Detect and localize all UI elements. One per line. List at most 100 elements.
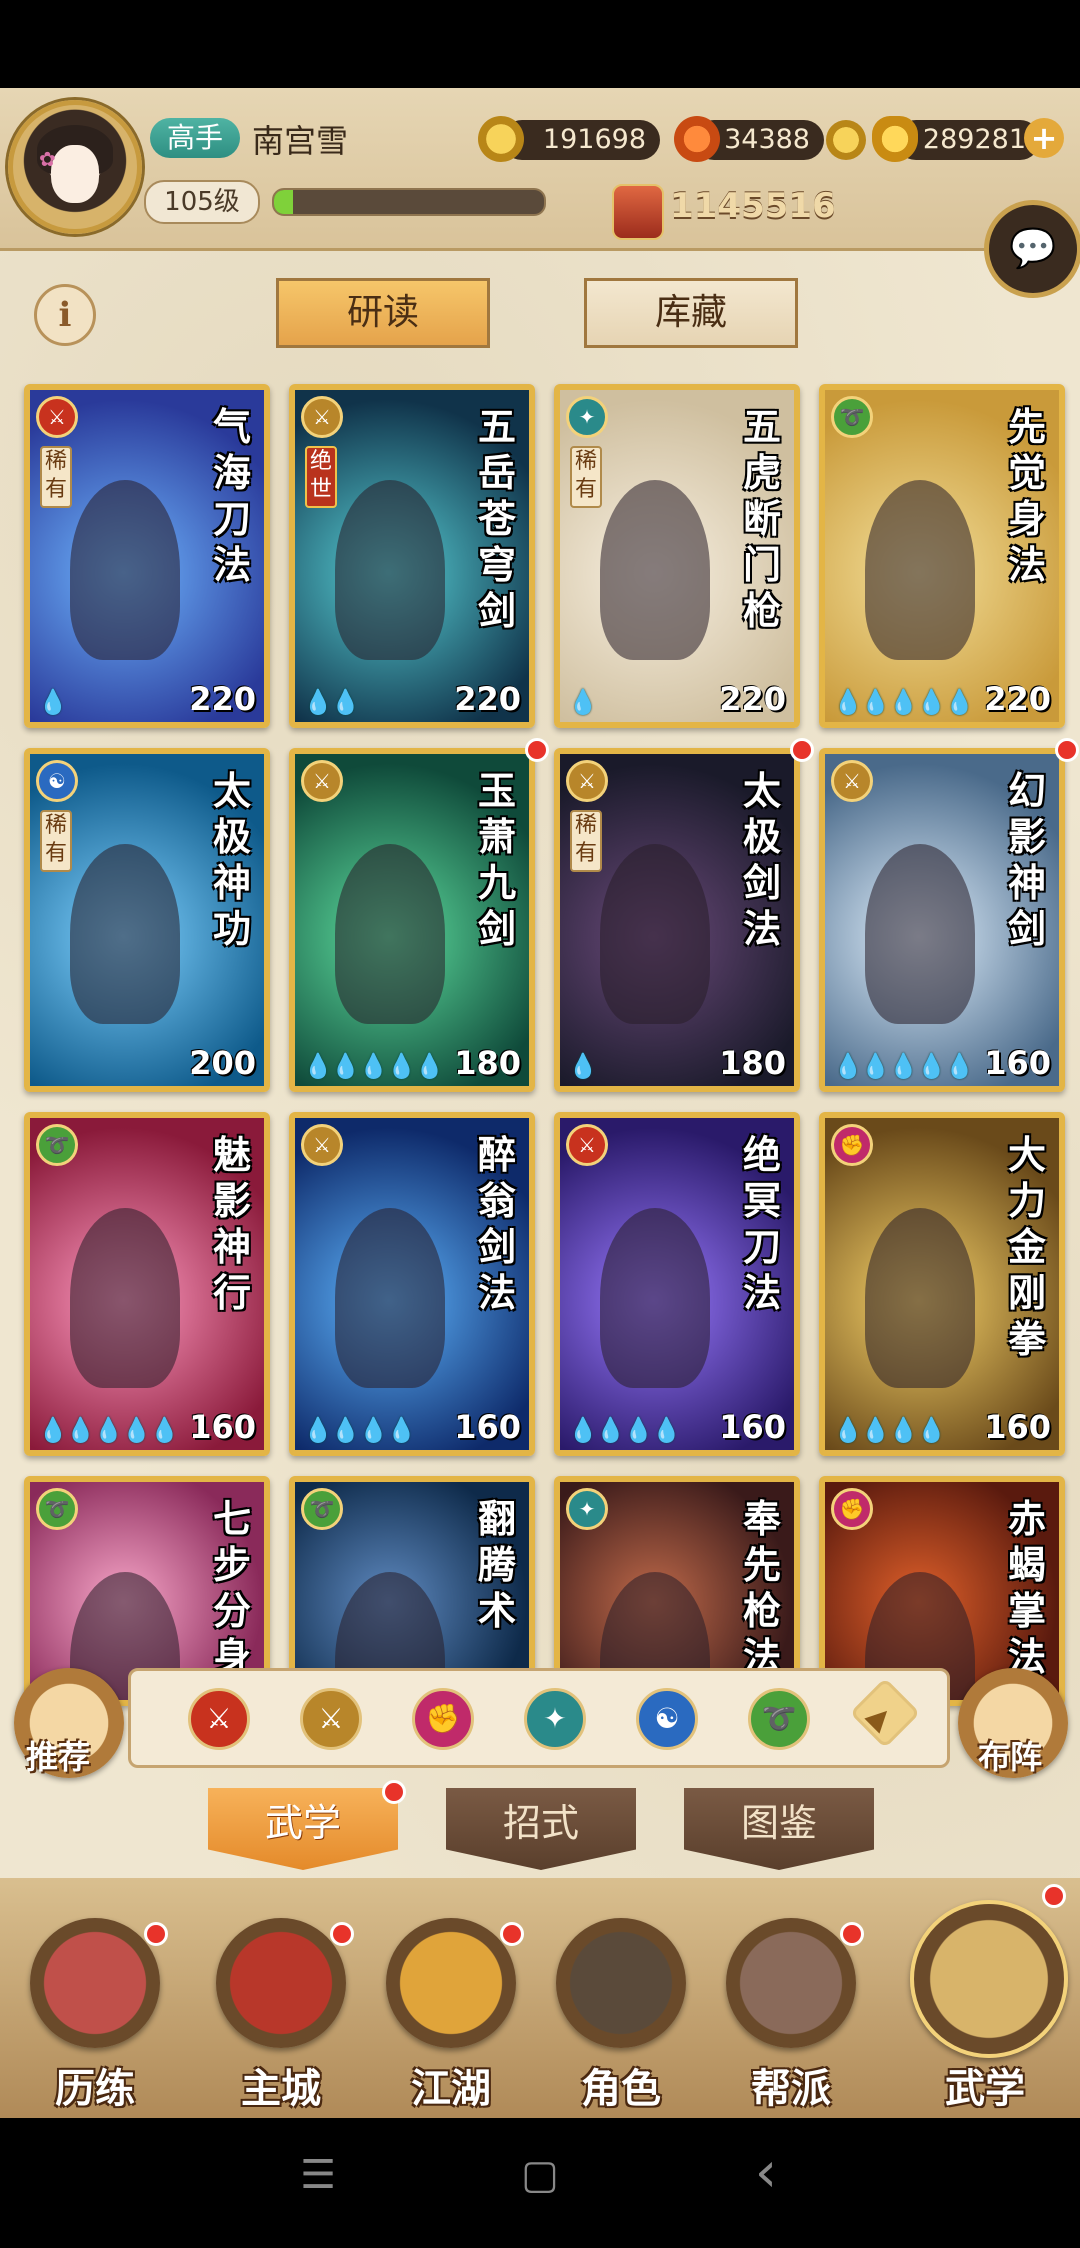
skill-card[interactable]: ⚔ 绝世 五岳苍穹剑 💧💧 220 [289, 384, 535, 728]
skill-type-icon: ⚔ [831, 760, 873, 802]
nav-label: 武学 [945, 2065, 1025, 2112]
power-value: 1145516 [670, 186, 836, 226]
star-drops: 💧💧💧💧💧 [833, 688, 974, 716]
star-drops: 💧💧💧💧💧 [303, 1052, 444, 1080]
nav-item-5[interactable] [910, 1900, 1068, 2058]
notification-dot [330, 1922, 354, 1946]
skill-card[interactable]: ⚔ 幻影神剑 💧💧💧💧💧 160 [819, 748, 1065, 1092]
skill-name: 五虎断门枪 [742, 404, 781, 633]
skill-card[interactable]: ➰ 魅影神行 💧💧💧💧💧 160 [24, 1112, 270, 1456]
filter-gold-icon[interactable]: ⚔ [300, 1688, 362, 1750]
star-drops: 💧 [568, 688, 598, 716]
skill-level: 160 [984, 1044, 1051, 1082]
skill-level: 220 [984, 680, 1051, 718]
skill-name: 先觉身法 [1007, 404, 1046, 587]
nav-item-3[interactable] [556, 1918, 686, 2048]
subtab-0[interactable]: 武学 [208, 1788, 398, 1870]
leaf-icon [674, 116, 720, 162]
skill-level: 180 [719, 1044, 786, 1082]
nav-label: 角色 [581, 2065, 661, 2112]
player-avatar[interactable]: ✿ [8, 100, 142, 234]
martial-artist-figure [865, 1208, 975, 1388]
bowl-icon [826, 120, 866, 160]
skill-name: 醉翁剑法 [477, 1132, 516, 1315]
rarity-badge: 稀有 [40, 446, 72, 508]
home-icon[interactable]: ▢ [500, 2152, 580, 2198]
skill-card[interactable]: ✊ 大力金刚拳 💧💧💧💧 160 [819, 1112, 1065, 1456]
status-bar [0, 0, 1080, 88]
chat-button[interactable]: 💬 [984, 200, 1080, 298]
nav-item-4[interactable] [726, 1918, 856, 2048]
skill-card[interactable]: ☯ 稀有 太极神功 200 [24, 748, 270, 1092]
skill-name: 太极剑法 [742, 768, 781, 951]
filter-teal-icon[interactable]: ✦ [524, 1688, 586, 1750]
star-drops: 💧💧💧💧 [833, 1416, 947, 1444]
nav-item-0[interactable] [30, 1918, 160, 2048]
notification-dot [525, 738, 549, 762]
star-drops: 💧💧💧💧💧 [38, 1416, 179, 1444]
skill-card[interactable]: ⚔ 醉翁剑法 💧💧💧💧 160 [289, 1112, 535, 1456]
skill-name: 大力金刚拳 [1007, 1132, 1046, 1361]
skill-card[interactable]: ⚔ 稀有 太极剑法 💧 180 [554, 748, 800, 1092]
nav-item-1[interactable] [216, 1918, 346, 2048]
skill-card[interactable]: ➰ 先觉身法 💧💧💧💧💧 220 [819, 384, 1065, 728]
martial-artist-figure [70, 1208, 180, 1388]
coin-icon [478, 116, 524, 162]
rarity-badge: 绝世 [305, 446, 337, 508]
martial-artist-figure [70, 480, 180, 660]
martial-artist-figure [70, 844, 180, 1024]
flower-icon: ✿ [39, 147, 56, 171]
nav-label: 主城 [241, 2065, 321, 2112]
skill-card[interactable]: ⚔ 绝冥刀法 💧💧💧💧 160 [554, 1112, 800, 1456]
notification-dot [790, 738, 814, 762]
skill-level: 160 [719, 1408, 786, 1446]
martial-artist-figure [865, 480, 975, 660]
martial-artist-figure [865, 844, 975, 1024]
tab-storage[interactable]: 库藏 [584, 278, 798, 348]
filter-green-icon[interactable]: ➰ [748, 1688, 810, 1750]
exp-bar-fill [274, 190, 293, 214]
martial-artist-figure [335, 480, 445, 660]
subtab-2[interactable]: 图鉴 [684, 1788, 874, 1870]
skill-level: 220 [189, 680, 256, 718]
skill-name: 五岳苍穹剑 [477, 404, 516, 633]
skill-type-icon: ✊ [831, 1124, 873, 1166]
nav-item-2[interactable] [386, 1918, 516, 2048]
skill-type-icon: ⚔ [36, 396, 78, 438]
rarity-badge: 稀有 [570, 810, 602, 872]
avatar-face [51, 145, 99, 203]
notification-dot [382, 1780, 406, 1804]
subtab-1[interactable]: 招式 [446, 1788, 636, 1870]
menu-icon[interactable]: ☰ [278, 2152, 358, 2198]
info-button[interactable]: i [34, 284, 96, 346]
skill-card[interactable]: ✦ 稀有 五虎断门枪 💧 220 [554, 384, 800, 728]
skill-name: 赤蝎掌法 [1007, 1496, 1046, 1679]
player-name: 南宫雪 [252, 122, 349, 160]
skill-name: 气海刀法 [212, 404, 251, 587]
skill-card[interactable]: ⚔ 玉萧九剑 💧💧💧💧💧 180 [289, 748, 535, 1092]
star-drops: 💧💧 [303, 688, 361, 716]
level-badge: 105级 [144, 180, 260, 224]
notification-dot [840, 1922, 864, 1946]
add-currency-button[interactable]: + [1024, 118, 1064, 158]
martial-artist-figure [335, 1208, 445, 1388]
filter-blue-icon[interactable]: ☯ [636, 1688, 698, 1750]
star-drops: 💧 [568, 1052, 598, 1080]
skill-level: 180 [454, 1044, 521, 1082]
tab-read[interactable]: 研读 [276, 278, 490, 348]
notification-dot [500, 1922, 524, 1946]
rarity-badge: 稀有 [570, 446, 602, 508]
star-drops: 💧💧💧💧 [303, 1416, 417, 1444]
filter-pink-icon[interactable]: ✊ [412, 1688, 474, 1750]
skill-card[interactable]: ⚔ 稀有 气海刀法 💧 220 [24, 384, 270, 728]
ingot-icon [872, 116, 918, 162]
notification-dot [1055, 738, 1079, 762]
top-bar: ✿ 高手 南宫雪 105级 191698 34388 289281 + 1145… [0, 88, 1080, 251]
skill-type-icon: ➰ [831, 396, 873, 438]
filter-red-icon[interactable]: ⚔ [188, 1688, 250, 1750]
martial-artist-figure [600, 480, 710, 660]
skill-level: 160 [189, 1408, 256, 1446]
rank-badge: 高手 [150, 118, 240, 158]
back-icon[interactable]: ‹ [726, 2140, 806, 2205]
skill-level: 220 [454, 680, 521, 718]
